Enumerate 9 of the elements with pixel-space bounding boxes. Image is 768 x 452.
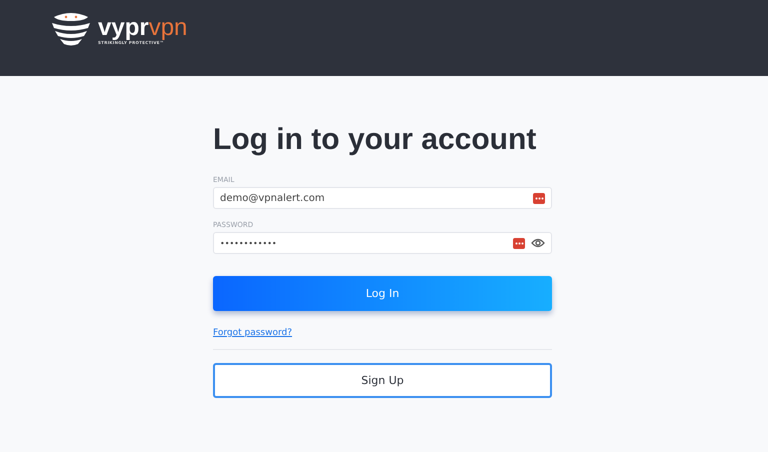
- password-manager-icon[interactable]: [533, 192, 545, 204]
- forgot-password-link[interactable]: Forgot password?: [213, 328, 292, 338]
- input-field[interactable]: demo@vpnalert.com: [213, 187, 552, 209]
- input-field[interactable]: ••••••••••••: [213, 232, 552, 254]
- password-manager-icon[interactable]: [513, 238, 525, 248]
- eye-icon[interactable]: [531, 238, 545, 248]
- signup-button[interactable]: Sign Up: [213, 363, 552, 398]
- brand-name: vyprvpn: [98, 16, 188, 40]
- page-title: Log in to your account: [213, 124, 538, 156]
